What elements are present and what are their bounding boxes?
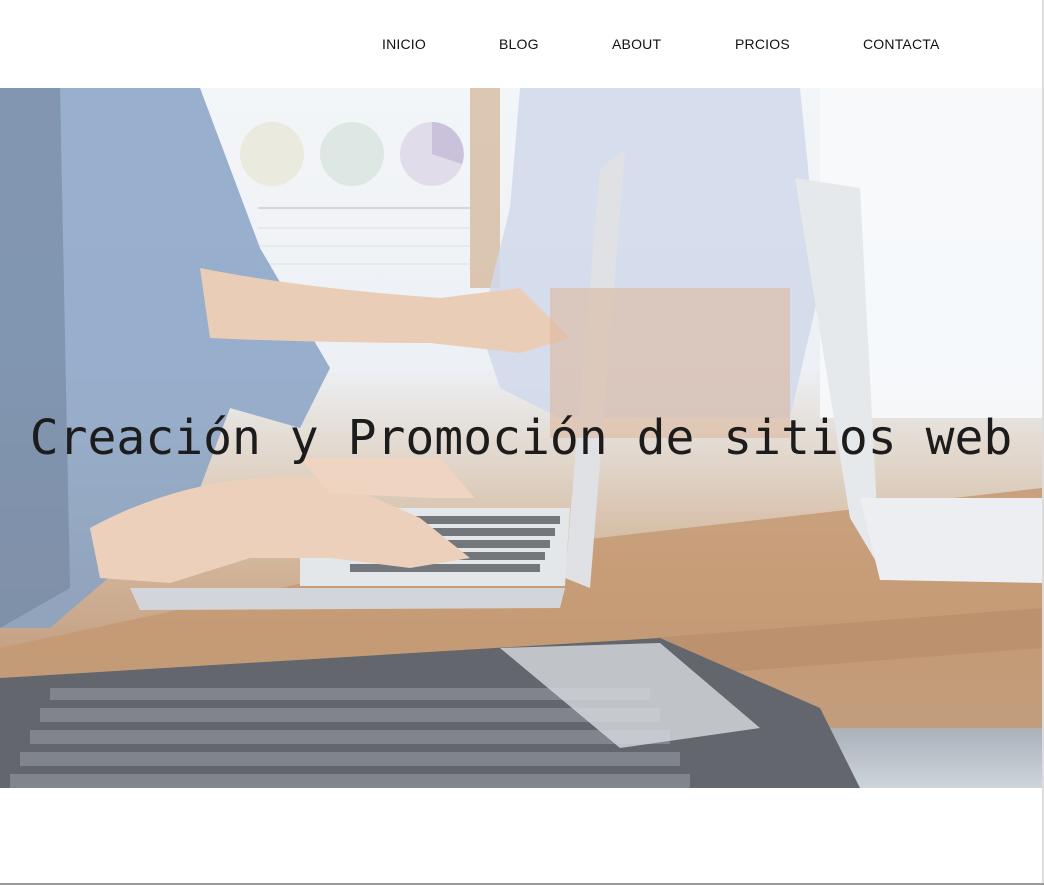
hero-banner: Creación y Promoción de sitios web (0, 88, 1042, 788)
top-navbar: INICIO BLOG ABOUT PRCIOS CONTACTA (0, 0, 1042, 88)
nav-link-precios[interactable]: PRCIOS (735, 36, 790, 52)
nav-link-contacta[interactable]: CONTACTA (863, 36, 940, 52)
nav-link-about[interactable]: ABOUT (612, 36, 661, 52)
nav-link-inicio[interactable]: INICIO (382, 36, 426, 52)
nav-link-blog[interactable]: BLOG (499, 36, 539, 52)
hero-title: Creación y Promoción de sitios web (29, 410, 1013, 466)
